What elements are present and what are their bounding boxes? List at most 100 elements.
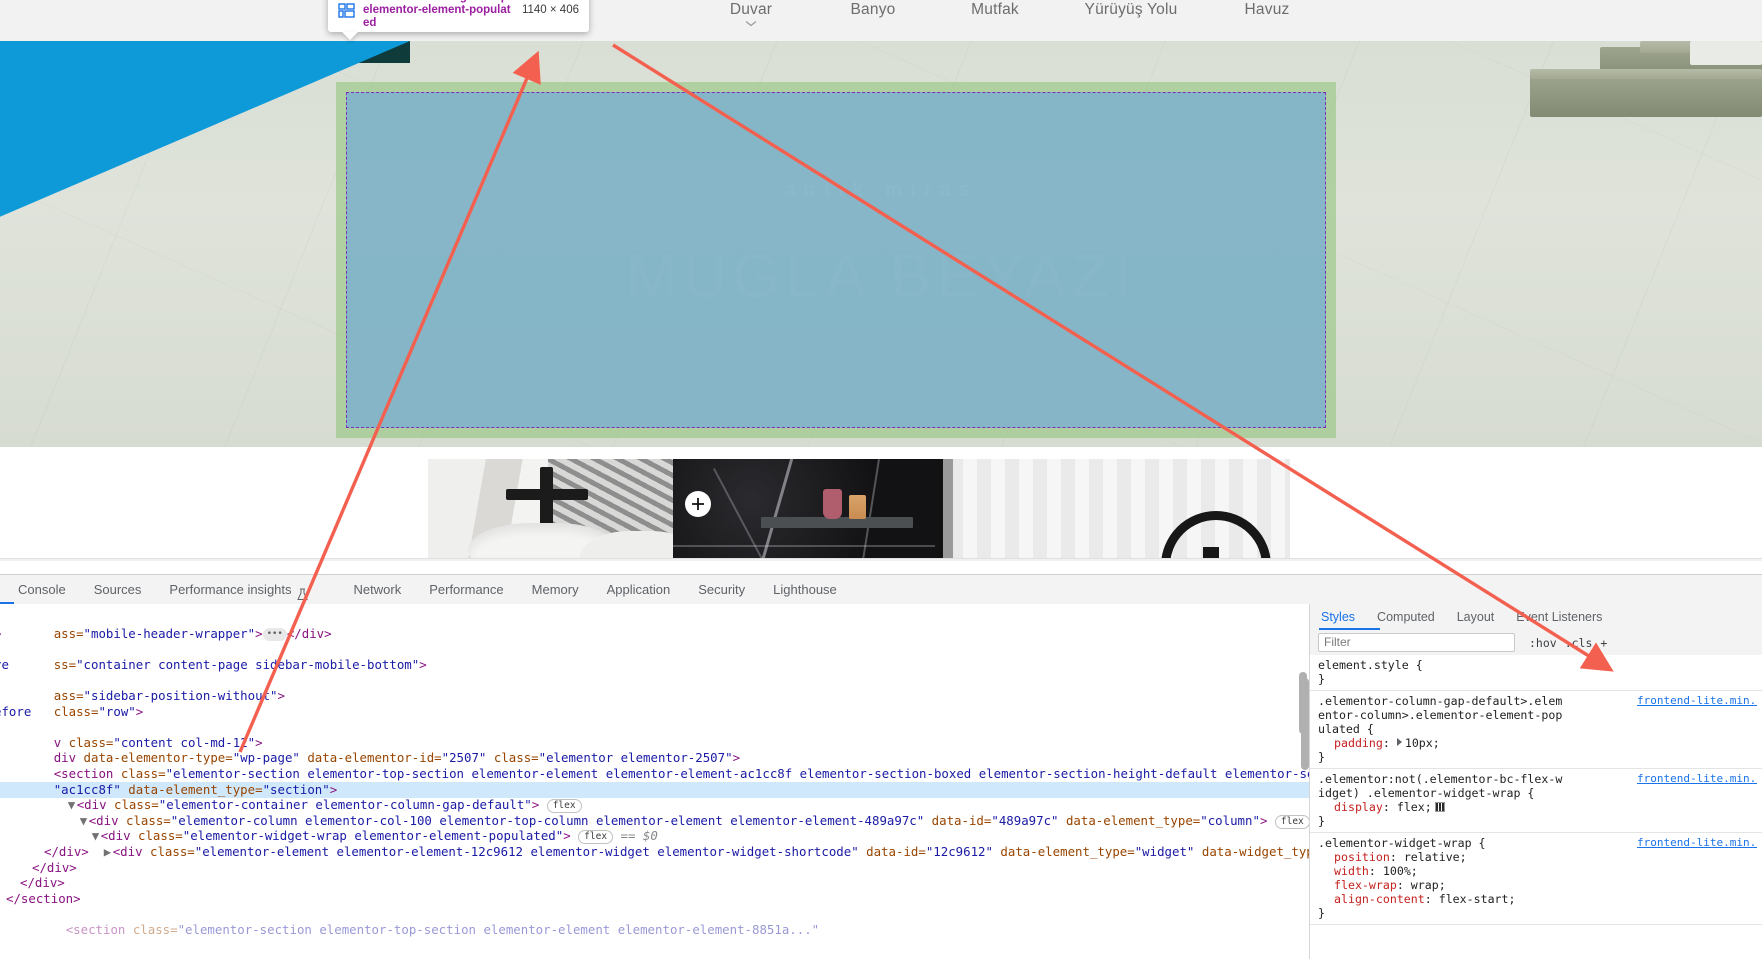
style-prop-name[interactable]: padding [1334, 736, 1383, 750]
nav-item-mutfak[interactable]: Mutfak [934, 0, 1056, 19]
tab-application[interactable]: Application [593, 576, 685, 604]
page-horizontal-scrollbar[interactable] [0, 558, 1762, 561]
tab-lighthouse-label: Lighthouse [773, 581, 837, 597]
dom-tree[interactable]: ass="mobile-header-wrapper">•••</div> > … [0, 604, 1436, 959]
stone-block-d [1530, 69, 1762, 79]
tab-security[interactable]: Security [684, 576, 759, 604]
styles-pane-scrollbar-thumb[interactable] [1301, 678, 1309, 770]
gallery-image-black-marble[interactable] [673, 459, 935, 561]
tab-performance-insights[interactable]: Performance insights [155, 576, 321, 604]
styles-pane-tabbar: Styles Computed Layout Event Listeners [1310, 604, 1762, 631]
style-declaration[interactable]: align-content: flex-start; [1318, 892, 1762, 906]
styles-filter-bar: Filter :hov .cls + [1310, 630, 1762, 656]
style-prop-value[interactable]: 100% [1383, 864, 1411, 878]
style-prop-name[interactable]: width [1334, 864, 1369, 878]
hov-toggle[interactable]: :hov [1529, 636, 1557, 650]
element-highlight-content-box [346, 92, 1326, 428]
style-prop-name[interactable]: position [1334, 850, 1390, 864]
element-highlight-margin-box [336, 82, 1336, 438]
nav-item-duvar[interactable]: Duvar [690, 0, 812, 27]
dom-line[interactable]: ▶ <div class="elementor-element elementor… [44, 828, 1436, 875]
style-rule-selector[interactable]: .elementor-column-gap-default>.elementor… [1318, 694, 1568, 736]
nav-item-havuz[interactable]: Havuz [1206, 0, 1328, 19]
style-rule[interactable]: frontend-lite.min.css:1 .elementor:not(.… [1310, 769, 1762, 833]
cls-toggle[interactable]: .cls [1565, 636, 1593, 650]
style-rule[interactable]: element.style { } [1310, 655, 1762, 691]
new-style-rule-icon[interactable]: + [1600, 636, 1607, 650]
stone-block-e [1690, 41, 1762, 65]
flex-editor-icon[interactable] [1434, 802, 1445, 812]
styles-pane: Styles Computed Layout Event Listeners F… [1301, 604, 1762, 959]
hero-background-photo: antik miras MUĞLA BEYAZI [0, 41, 1762, 447]
style-prop-value[interactable]: relative [1404, 850, 1460, 864]
element-highlight-tooltip: div.elementor-widget-wrap.elementor-elem… [328, 0, 589, 40]
tab-layout-label: Layout [1456, 609, 1495, 624]
style-rule-source-link[interactable]: frontend-lite.min.css:1 [1637, 836, 1757, 850]
tab-performance-label: Performance [429, 581, 504, 597]
tab-console-label: Console [18, 581, 66, 597]
style-prop-value[interactable]: 10px [1405, 736, 1433, 750]
dom-line[interactable]: </div> [20, 875, 65, 891]
nav-item-duvar-label: Duvar [729, 1, 773, 18]
tab-event-listeners[interactable]: Event Listeners [1505, 605, 1613, 630]
dom-line[interactable]: <section class="elementor-section elemen… [6, 906, 819, 953]
nav-item-banyo[interactable]: Banyo [812, 0, 934, 19]
tab-security-label: Security [698, 581, 746, 597]
style-prop-value[interactable]: flex-start [1439, 892, 1509, 906]
expand-triangle-icon[interactable] [1396, 738, 1402, 746]
style-declaration[interactable]: padding: 10px; [1318, 736, 1762, 750]
style-rule[interactable]: frontend-lite.min.css:1 .elementor-widge… [1310, 833, 1762, 925]
browser-viewport: Duvar Banyo Mutfak Yürüyüş Yolu Havuz el… [0, 0, 1762, 561]
style-rule-selector[interactable]: .elementor-widget-wrap { [1318, 836, 1568, 850]
tab-console[interactable]: Console [0, 576, 80, 604]
tab-styles[interactable]: Styles [1310, 605, 1366, 630]
style-declaration[interactable]: width: 100%; [1318, 864, 1762, 878]
style-rule-source-link[interactable]: frontend-lite.min.css:1 [1637, 772, 1757, 786]
tab-sources[interactable]: Sources [80, 576, 156, 604]
devtools-panel: Console Sources Performance insights Net… [0, 574, 1762, 959]
tab-sources-label: Sources [93, 581, 142, 597]
dom-line[interactable]: </div> [44, 844, 89, 860]
style-rule-close: } [1318, 750, 1325, 764]
pink-vase [823, 489, 842, 519]
style-prop-value[interactable]: flex [1397, 800, 1425, 814]
style-declaration[interactable]: display: flex; [1318, 800, 1762, 814]
style-rule-source-link[interactable]: frontend-lite.min.css:1 [1637, 694, 1757, 708]
style-rule-selector[interactable]: .elementor:not(.elementor-bc-flex-widget… [1318, 772, 1568, 800]
dom-line[interactable]: > [0, 626, 1, 642]
tab-performance[interactable]: Performance [415, 576, 517, 604]
site-navigation-bar: Duvar Banyo Mutfak Yürüyüş Yolu Havuz [0, 0, 1762, 41]
tab-computed[interactable]: Computed [1366, 605, 1446, 630]
tab-layout[interactable]: Layout [1446, 605, 1506, 630]
add-hotspot-icon[interactable] [685, 491, 711, 517]
stone-block-c [1530, 75, 1762, 117]
tab-memory[interactable]: Memory [518, 576, 593, 604]
dom-line[interactable]: efore [0, 704, 31, 720]
style-rule-selector[interactable]: element.style { [1318, 658, 1762, 672]
dom-line[interactable]: </div> [32, 860, 77, 876]
nav-item-yuruyus-yolu-label: Yürüyüş Yolu [1084, 1, 1178, 18]
style-declaration[interactable]: flex-wrap: wrap; [1318, 878, 1762, 892]
nav-item-yuruyus-yolu[interactable]: Yürüyüş Yolu [1056, 0, 1206, 19]
tab-styles-label: Styles [1321, 609, 1356, 624]
style-prop-value[interactable]: wrap [1411, 878, 1439, 892]
tab-network-label: Network [353, 581, 402, 597]
gallery-image-bathroom-sink[interactable] [428, 459, 673, 561]
nav-item-havuz-label: Havuz [1244, 1, 1290, 18]
amber-jar [849, 495, 866, 519]
marble-vein-2 [713, 468, 767, 561]
style-prop-name[interactable]: flex-wrap [1334, 878, 1397, 892]
dom-tree-scrollbar[interactable] [1298, 604, 1309, 959]
styles-filter-input[interactable]: Filter [1318, 633, 1515, 652]
style-prop-name[interactable]: display [1334, 800, 1383, 814]
tab-network[interactable]: Network [340, 576, 416, 604]
style-rule[interactable]: frontend-lite.min.css:1 .elementor-colum… [1310, 691, 1762, 769]
style-declaration[interactable]: position: relative; [1318, 850, 1762, 864]
product-image-strip [0, 447, 1762, 561]
tab-lighthouse[interactable]: Lighthouse [759, 576, 851, 604]
style-prop-name[interactable]: align-content [1334, 892, 1425, 906]
dom-line[interactable]: re [0, 657, 9, 673]
gallery-image-white-curtain[interactable] [935, 459, 1290, 561]
dom-line[interactable]: </section> [6, 891, 81, 907]
styles-rules-list[interactable]: element.style { } frontend-lite.min.css:… [1310, 655, 1762, 959]
